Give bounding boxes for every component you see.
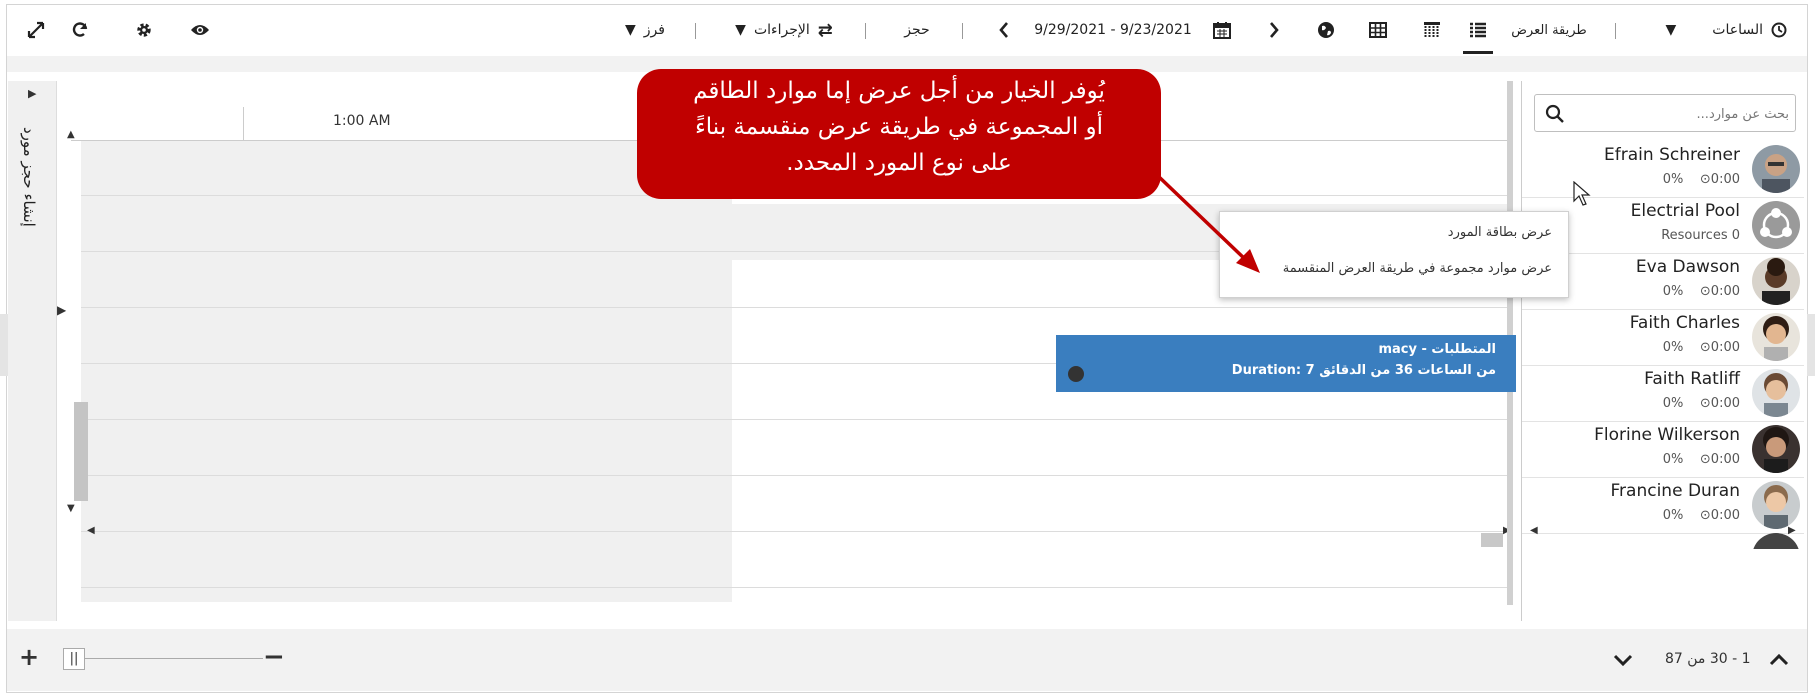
resource-name: Florine Wilkerson [1594, 425, 1740, 445]
vertical-scrollbar[interactable] [74, 402, 88, 501]
resource-stats: 0% ⊙0:00 [1662, 452, 1740, 467]
pagination-info: 1 - 30 من 87 [1665, 651, 1751, 667]
resource-row-partial [1522, 533, 1804, 549]
resource-name: Francine Duran [1610, 481, 1740, 501]
chevron-up-icon[interactable] [1769, 651, 1789, 670]
zoom-out-icon[interactable]: − [263, 642, 285, 672]
scroll-left-icon[interactable]: ◀ [87, 525, 95, 536]
resource-name: Faith Charles [1629, 313, 1740, 333]
zoom-slider-handle[interactable]: || [63, 648, 85, 670]
resource-name: Faith Ratliff [1644, 369, 1740, 389]
scroll-down-icon[interactable]: ▼ [67, 503, 75, 514]
avatar [1752, 425, 1800, 473]
bottom-bar: + || − 1 - 30 من 87 [7, 629, 1807, 691]
booking-status-dot [1068, 366, 1084, 382]
scroll-left-icon[interactable]: ◀ [1530, 525, 1538, 536]
avatar [1752, 313, 1800, 361]
booking-block[interactable]: macy - المتطلبات Duration: 7 من الساعات … [1056, 335, 1516, 392]
booking-duration: Duration: 7 من الساعات 36 من الدقائق [1231, 363, 1496, 378]
resource-row[interactable]: Francine Duran 0% ⊙0:00 [1522, 477, 1804, 534]
resource-row[interactable]: Faith Charles 0% ⊙0:00 [1522, 309, 1804, 366]
callout-arrow [1155, 173, 1260, 273]
chevron-down-icon[interactable] [1613, 651, 1633, 670]
left-edge-tab[interactable] [0, 314, 8, 376]
right-edge-tab[interactable] [1807, 314, 1815, 376]
booking-title: macy - المتطلبات [1378, 342, 1496, 357]
scroll-right-icon[interactable]: ▶ [1788, 525, 1796, 536]
resource-stats: 0% ⊙0:00 [1662, 396, 1740, 411]
collapse-left-icon[interactable]: ▶ [57, 303, 66, 317]
zoom-slider-track[interactable] [63, 658, 263, 659]
resource-row[interactable]: Florine Wilkerson 0% ⊙0:00 [1522, 421, 1804, 478]
avatar [1752, 369, 1800, 417]
zoom-in-icon[interactable]: + [19, 643, 39, 671]
resource-stats: 0% ⊙0:00 [1662, 508, 1740, 523]
resource-stats: 0% ⊙0:00 [1662, 340, 1740, 355]
resource-row[interactable]: Faith Ratliff 0% ⊙0:00 [1522, 365, 1804, 422]
schedule-board: ▼ فرز ▼ الإجراءات ⇄ حجز 9/29/2021 - 9/23… [6, 4, 1808, 693]
horizontal-scrollbar[interactable] [1481, 533, 1503, 547]
avatar [1752, 481, 1800, 529]
